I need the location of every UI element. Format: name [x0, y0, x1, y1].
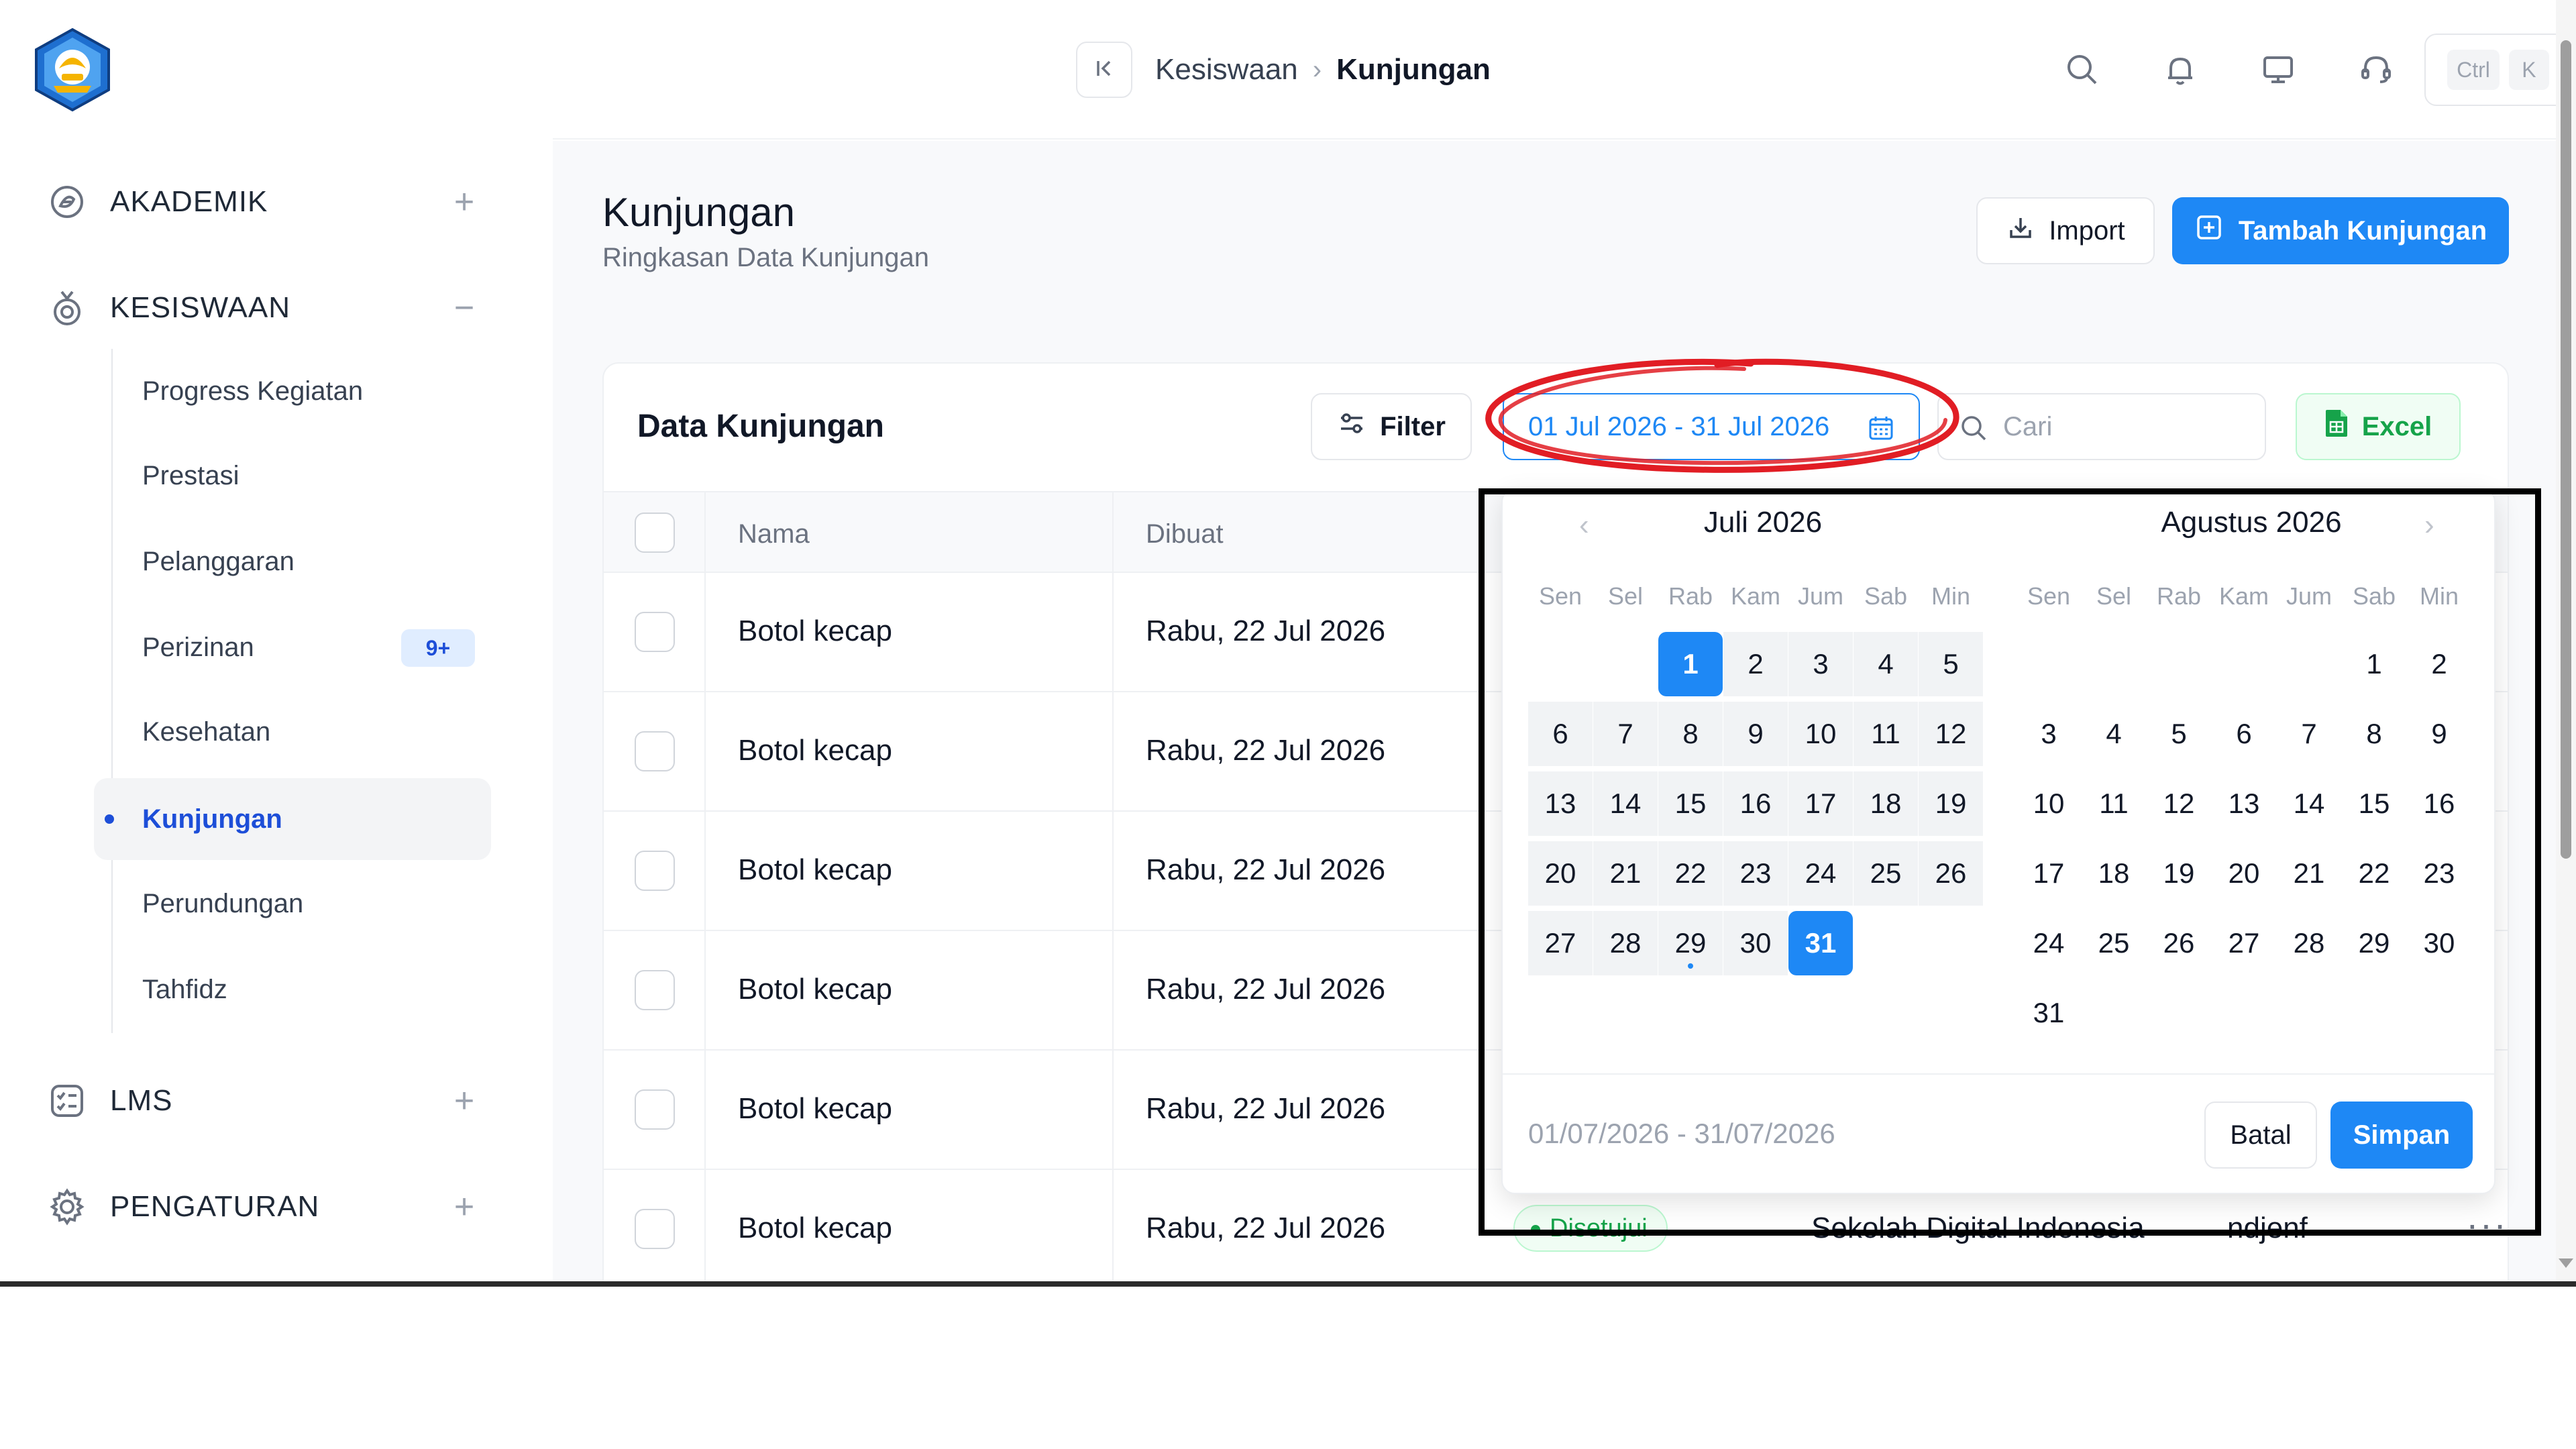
cell-dibuat: Rabu, 22 Jul 2026: [1146, 853, 1386, 886]
sidebar-item-perundungan[interactable]: Perundungan: [94, 863, 491, 945]
search-icon: [1959, 413, 1988, 449]
filter-button[interactable]: Filter: [1311, 393, 1472, 460]
notification-badge: 9+: [401, 629, 475, 667]
command-palette-shortcut[interactable]: Ctrl K: [2424, 34, 2572, 106]
black-frame-annotation: [1479, 488, 2541, 1236]
sidebar-item-pelanggaran[interactable]: Pelanggaran: [94, 521, 491, 602]
student-badge-icon: [43, 284, 91, 332]
headset-icon[interactable]: [2351, 44, 2402, 95]
nav-section-label: PENGATURAN: [110, 1190, 320, 1223]
cell-nama: Botol kecap: [738, 853, 892, 886]
sidebar-item-label: Pelanggaran: [142, 546, 294, 576]
sidebar-item-prestasi[interactable]: Prestasi: [94, 435, 491, 517]
calendar-icon: [1868, 415, 1894, 448]
academic-icon: [43, 178, 91, 226]
sidebar-item-label: Progress Kegiatan: [142, 376, 364, 406]
column-header-dibuat[interactable]: Dibuat: [1146, 519, 1224, 549]
sidebar-item-kunjungan[interactable]: Kunjungan: [94, 778, 491, 860]
breadcrumb-kunjungan: Kunjungan: [1336, 53, 1491, 86]
collapse-icon[interactable]: −: [443, 288, 486, 328]
monitor-icon[interactable]: [2253, 44, 2304, 95]
sidebar-item-label: Perizinan: [142, 632, 254, 662]
search-placeholder: Cari: [2003, 411, 2053, 441]
bell-icon[interactable]: [2155, 44, 2206, 95]
gear-icon: [43, 1183, 91, 1231]
sidebar-item-progress-kegiatan[interactable]: Progress Kegiatan: [94, 350, 491, 432]
top-bar: Kesiswaan › Kunjungan Ctrl K AF: [553, 0, 2576, 140]
sidebar-item-kesehatan[interactable]: Kesehatan: [94, 691, 491, 773]
sidebar-item-perizinan[interactable]: Perizinan 9+: [94, 606, 491, 688]
cell-nama: Botol kecap: [738, 614, 892, 647]
sidebar-item-label: Prestasi: [142, 460, 239, 490]
cell-nama: Botol kecap: [738, 1212, 892, 1244]
plus-square-icon: [2194, 213, 2224, 249]
checklist-icon: [43, 1077, 91, 1125]
scrollbar-thumb[interactable]: [2561, 40, 2571, 859]
breadcrumb: Kesiswaan › Kunjungan: [1155, 48, 1491, 91]
breadcrumb-kesiswaan[interactable]: Kesiswaan: [1155, 53, 1298, 87]
collapse-left-icon: [1092, 56, 1116, 84]
filter-icon: [1337, 409, 1366, 445]
cell-dibuat: Rabu, 22 Jul 2026: [1146, 1092, 1386, 1125]
active-dot-icon: [105, 814, 114, 824]
cell-dibuat: Rabu, 22 Jul 2026: [1146, 973, 1386, 1006]
nav-section-label: LMS: [110, 1084, 173, 1117]
import-button[interactable]: Import: [1976, 197, 2155, 264]
cell-dibuat: Rabu, 22 Jul 2026: [1146, 614, 1386, 647]
shortcut-key-ctrl: Ctrl: [2447, 50, 2500, 90]
page-title: Kunjungan: [602, 190, 795, 235]
scroll-down-arrow-icon[interactable]: [2559, 1258, 2573, 1268]
row-checkbox[interactable]: [635, 970, 675, 1010]
expand-icon[interactable]: +: [443, 1081, 486, 1121]
row-checkbox[interactable]: [635, 1089, 675, 1130]
nav-section-label: AKADEMIK: [110, 185, 268, 218]
chevron-right-icon: ›: [1312, 54, 1322, 85]
nav-section-label: KESISWAAN: [110, 291, 290, 324]
expand-icon[interactable]: +: [443, 1187, 486, 1227]
sidebar-item-label: Kesehatan: [142, 716, 271, 747]
expand-icon[interactable]: +: [443, 182, 486, 222]
sidebar-item-label: Perundungan: [142, 888, 304, 918]
school-logo[interactable]: [30, 27, 115, 113]
nav-section-lms[interactable]: LMS +: [43, 1064, 486, 1138]
row-checkbox[interactable]: [635, 1209, 675, 1249]
import-label: Import: [2049, 215, 2125, 246]
collapse-sidebar-button[interactable]: [1076, 42, 1132, 98]
sidebar-item-label: Tahfidz: [142, 974, 227, 1004]
page-subtitle: Ringkasan Data Kunjungan: [602, 243, 930, 272]
add-label: Tambah Kunjungan: [2238, 215, 2487, 246]
sidebar-item-tahfidz[interactable]: Tahfidz: [94, 949, 491, 1030]
nav-section-pengaturan[interactable]: PENGATURAN +: [43, 1170, 486, 1244]
add-kunjungan-button[interactable]: Tambah Kunjungan: [2172, 197, 2509, 264]
sidebar: AKADEMIK + KESISWAAN − Progress Kegiatan…: [0, 0, 553, 1281]
bottom-border: [0, 1281, 2576, 1287]
spreadsheet-icon: [2324, 409, 2349, 445]
row-checkbox[interactable]: [635, 731, 675, 771]
column-header-nama[interactable]: Nama: [738, 519, 810, 549]
nav-section-akademik[interactable]: AKADEMIK +: [43, 165, 486, 239]
cell-dibuat: Rabu, 22 Jul 2026: [1146, 1212, 1386, 1244]
cell-dibuat: Rabu, 22 Jul 2026: [1146, 734, 1386, 767]
excel-label: Excel: [2361, 411, 2432, 441]
date-range-value: 01 Jul 2026 - 31 Jul 2026: [1528, 411, 1830, 441]
search-icon[interactable]: [2057, 44, 2108, 95]
row-checkbox[interactable]: [635, 612, 675, 652]
app-window: AKADEMIK + KESISWAAN − Progress Kegiatan…: [0, 0, 2576, 1281]
cell-nama: Botol kecap: [738, 1092, 892, 1125]
sidebar-item-label: Kunjungan: [142, 804, 282, 834]
nav-section-kesiswaan[interactable]: KESISWAAN −: [43, 271, 486, 345]
cell-nama: Botol kecap: [738, 734, 892, 767]
card-title: Data Kunjungan: [637, 409, 884, 444]
search-input[interactable]: Cari: [1937, 393, 2266, 460]
cell-nama: Botol kecap: [738, 973, 892, 1006]
export-excel-button[interactable]: Excel: [2296, 393, 2461, 460]
scrollbar[interactable]: [2556, 0, 2576, 1281]
row-checkbox[interactable]: [635, 851, 675, 891]
shortcut-key-k: K: [2508, 50, 2549, 90]
select-all-checkbox[interactable]: [635, 513, 675, 553]
filter-label: Filter: [1380, 411, 1446, 441]
date-range-input[interactable]: 01 Jul 2026 - 31 Jul 2026: [1503, 393, 1920, 460]
import-icon: [2006, 213, 2035, 249]
